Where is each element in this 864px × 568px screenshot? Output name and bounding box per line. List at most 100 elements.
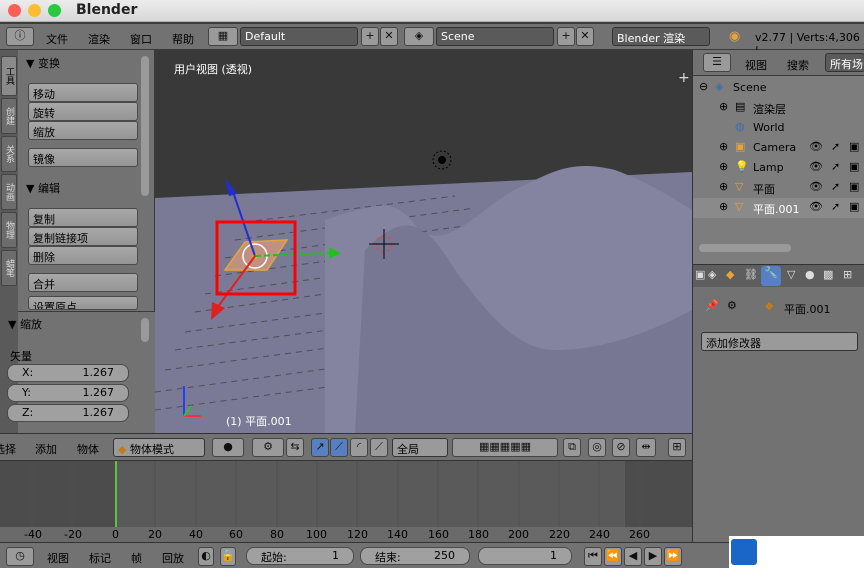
rotate-manipulator-icon[interactable]: ◜ (350, 438, 368, 457)
delete-button[interactable]: 删除 (28, 246, 138, 265)
scene-field[interactable]: Scene (436, 27, 554, 46)
menu-frame[interactable]: 帧 (131, 550, 142, 566)
physics-tab-icon[interactable]: ⊞ (843, 268, 852, 281)
snap-icon[interactable]: ⊘ (612, 438, 630, 457)
operator-scrollbar[interactable] (141, 318, 149, 342)
viewport-properties-toggle-icon[interactable]: + (678, 70, 690, 86)
render-preview-icon[interactable]: ◎ (588, 438, 606, 457)
collapse-icon[interactable]: ⊖ (699, 80, 708, 93)
close-window-button[interactable] (8, 4, 21, 17)
lock-icon[interactable]: 🔒 (220, 547, 236, 566)
render-engine-select[interactable]: Blender 渲染 (612, 27, 710, 46)
jump-start-icon[interactable]: ⏮ (584, 547, 602, 566)
screen-layout-icon[interactable]: ▦ (208, 27, 238, 46)
remove-layout-button[interactable]: ✕ (380, 27, 398, 46)
expand-icon[interactable]: ⊕ (719, 140, 728, 153)
outliner-menu-search[interactable]: 搜索 (787, 57, 809, 73)
menu-render[interactable]: 渲染 (88, 31, 110, 47)
expand-icon[interactable]: ⊕ (719, 180, 728, 193)
play-icon[interactable]: ▶ (644, 547, 662, 566)
renderable-camera-icon[interactable]: ▣ (849, 160, 859, 173)
lock-camera-icon[interactable]: ⧉ (563, 438, 581, 457)
duplicate-linked-button[interactable]: 复制链接项 (28, 227, 138, 246)
editor-type-button[interactable]: ⓘ (6, 27, 34, 46)
outliner-row-plane-001[interactable]: ⊕ ▽ 平面.001 👁 ➚ ▣ (693, 198, 864, 218)
menu-view[interactable]: 视图 (47, 550, 69, 566)
render-tab-icon[interactable]: ▣ (695, 268, 705, 281)
menu-marker[interactable]: 标记 (89, 550, 111, 566)
outliner-row-scene[interactable]: ⊖ ◈ Scene (693, 78, 864, 98)
move-button[interactable]: 移动 (28, 83, 138, 102)
vector-y-field[interactable]: Y: 1.267 (7, 384, 129, 402)
tab-physics[interactable]: 物理 (1, 212, 17, 248)
jump-keyframe-back-icon[interactable]: ⏪ (604, 547, 622, 566)
menu-add[interactable]: 添加 (35, 441, 57, 457)
scene-tab-icon[interactable]: ◈ (708, 268, 716, 281)
outliner-display-mode-select[interactable]: 所有场 (825, 53, 864, 72)
expand-icon[interactable]: ⊕ (719, 200, 728, 213)
texture-tab-icon[interactable]: ▩ (823, 268, 833, 281)
3d-viewport[interactable]: 用户视图 (透视) (1) 平面.001 + (155, 50, 692, 433)
zoom-window-button[interactable] (48, 4, 61, 17)
start-frame-field[interactable]: 起始: 1 (246, 547, 354, 565)
end-frame-field[interactable]: 结束: 250 (360, 547, 470, 565)
menu-file[interactable]: 文件 (46, 31, 68, 47)
pivot-point-select[interactable]: ⚙ (252, 438, 284, 457)
timeline-editor[interactable]: -40 -20 0 20 40 60 80 100 120 140 160 18… (0, 460, 692, 542)
modifiers-tab-icon[interactable]: 🔧 (761, 266, 781, 286)
constraints-tab-icon[interactable]: ⛓ (744, 268, 758, 281)
expand-icon[interactable]: ⊕ (719, 160, 728, 173)
layout-field[interactable]: Default (240, 27, 358, 46)
menu-help[interactable]: 帮助 (172, 31, 194, 47)
renderable-camera-icon[interactable]: ▣ (849, 200, 859, 213)
outliner-row-renderlayers[interactable]: ⊕ ▤ 渲染层 (693, 98, 864, 118)
data-tab-icon[interactable]: ▽ (787, 268, 795, 281)
translate-manipulator-icon[interactable]: ↗ (311, 438, 329, 457)
menu-object[interactable]: 物体 (77, 441, 99, 457)
outliner-row-world[interactable]: ◍ World (693, 118, 864, 138)
vector-z-field[interactable]: Z: 1.267 (7, 404, 129, 422)
outliner-editor-type[interactable]: ☰ (703, 53, 731, 72)
selectable-cursor-icon[interactable]: ➚ (831, 160, 840, 173)
remove-scene-button[interactable]: ✕ (576, 27, 594, 46)
add-modifier-select[interactable]: 添加修改器 (701, 332, 858, 351)
renderable-camera-icon[interactable]: ▣ (849, 180, 859, 193)
current-frame-field[interactable]: 1 (478, 547, 572, 565)
mode-select[interactable]: ◆ 物体模式 (113, 438, 205, 457)
scale-button[interactable]: 缩放 (28, 121, 138, 140)
rotate-button[interactable]: 旋转 (28, 102, 138, 121)
outliner-h-scrollbar[interactable] (699, 244, 791, 252)
tab-grease-pencil[interactable]: 蜡笔 (1, 250, 17, 286)
menu-select[interactable]: 选择 (0, 441, 16, 457)
selectable-cursor-icon[interactable]: ➚ (831, 140, 840, 153)
manipulator-toggle[interactable]: ⇆ (286, 438, 304, 457)
set-origin-button[interactable]: 设置原点 (28, 296, 138, 310)
layer-buttons[interactable]: ▦▦▦▦▦ (452, 438, 558, 457)
vector-x-field[interactable]: X: 1.267 (7, 364, 129, 382)
translate-tool-icon[interactable]: ⟋ (330, 438, 348, 457)
resize-panel-header[interactable]: ▼ 缩放 (8, 316, 42, 332)
timeline-ruler[interactable]: -40 -20 0 20 40 60 80 100 120 140 160 18… (0, 527, 692, 542)
menu-window[interactable]: 窗口 (130, 31, 152, 47)
renderable-camera-icon[interactable]: ▣ (849, 140, 859, 153)
pin-icon[interactable]: 📌 (705, 299, 719, 312)
join-button[interactable]: 合并 (28, 273, 138, 292)
timeline-editor-type[interactable]: ◷ (6, 547, 34, 566)
mirror-button[interactable]: 镜像 (28, 148, 138, 167)
viewport-shading-select[interactable]: ● (212, 438, 244, 457)
visibility-eye-icon[interactable]: 👁 (809, 180, 823, 193)
outliner-row-lamp[interactable]: ⊕ 💡 Lamp 👁 ➚ ▣ (693, 158, 864, 178)
scale-manipulator-icon[interactable]: ⟋ (370, 438, 388, 457)
edit-panel-header[interactable]: ▼ 编辑 (26, 180, 60, 196)
expand-icon[interactable]: ⊕ (719, 100, 728, 113)
record-icon[interactable]: ◐ (198, 547, 214, 566)
menu-playback[interactable]: 回放 (162, 550, 184, 566)
visibility-eye-icon[interactable]: 👁 (809, 140, 823, 153)
outliner-menu-view[interactable]: 视图 (745, 57, 767, 73)
selectable-cursor-icon[interactable]: ➚ (831, 180, 840, 193)
tab-tools[interactable]: 工具 (1, 56, 17, 96)
add-scene-button[interactable]: + (557, 27, 575, 46)
outliner-row-plane[interactable]: ⊕ ▽ 平面 👁 ➚ ▣ (693, 178, 864, 198)
duplicate-button[interactable]: 复制 (28, 208, 138, 227)
selectable-cursor-icon[interactable]: ➚ (831, 200, 840, 213)
